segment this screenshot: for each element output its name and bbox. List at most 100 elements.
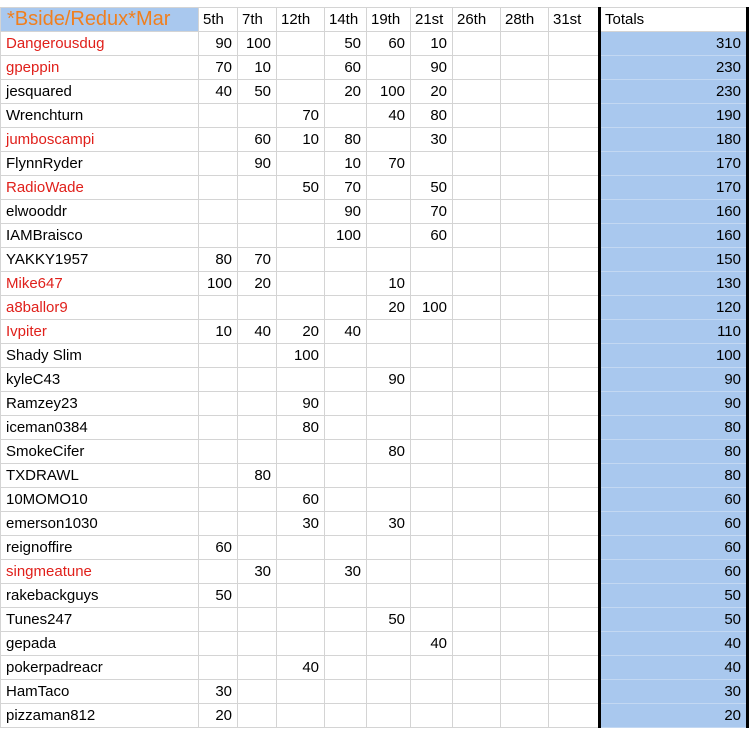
- score-cell[interactable]: [452, 631, 501, 656]
- score-cell[interactable]: 80: [198, 247, 238, 272]
- player-name-cell[interactable]: jesquared: [0, 79, 199, 104]
- player-name-cell[interactable]: gepada: [0, 631, 199, 656]
- score-cell[interactable]: [548, 703, 600, 728]
- score-cell[interactable]: [452, 583, 501, 608]
- score-cell[interactable]: [410, 583, 453, 608]
- total-cell[interactable]: 90: [598, 391, 749, 416]
- player-name-cell[interactable]: IAMBraisco: [0, 223, 199, 248]
- score-cell[interactable]: [366, 55, 411, 80]
- score-cell[interactable]: [500, 415, 549, 440]
- player-name-cell[interactable]: iceman0384: [0, 415, 199, 440]
- score-cell[interactable]: [548, 655, 600, 680]
- score-cell[interactable]: [410, 487, 453, 512]
- total-cell[interactable]: 150: [598, 247, 749, 272]
- total-cell[interactable]: 50: [598, 583, 749, 608]
- score-cell[interactable]: 20: [324, 79, 367, 104]
- score-cell[interactable]: [452, 535, 501, 560]
- score-cell[interactable]: 20: [366, 295, 411, 320]
- score-cell[interactable]: 10: [324, 151, 367, 176]
- score-cell[interactable]: 40: [410, 631, 453, 656]
- score-cell[interactable]: 40: [324, 319, 367, 344]
- score-cell[interactable]: 40: [198, 79, 238, 104]
- score-cell[interactable]: [410, 247, 453, 272]
- score-cell[interactable]: [548, 31, 600, 56]
- score-cell[interactable]: [548, 367, 600, 392]
- score-cell[interactable]: [198, 439, 238, 464]
- player-name-cell[interactable]: SmokeCifer: [0, 439, 199, 464]
- score-cell[interactable]: [548, 583, 600, 608]
- score-cell[interactable]: [452, 127, 501, 152]
- score-cell[interactable]: [324, 631, 367, 656]
- score-cell[interactable]: [276, 607, 325, 632]
- player-name-cell[interactable]: Wrenchturn: [0, 103, 199, 128]
- score-cell[interactable]: [500, 247, 549, 272]
- score-cell[interactable]: 20: [237, 271, 277, 296]
- score-cell[interactable]: [548, 223, 600, 248]
- score-cell[interactable]: [276, 679, 325, 704]
- score-cell[interactable]: 50: [410, 175, 453, 200]
- player-name-cell[interactable]: Mike647: [0, 271, 199, 296]
- score-cell[interactable]: [500, 583, 549, 608]
- score-cell[interactable]: [500, 127, 549, 152]
- column-header[interactable]: 7th: [237, 7, 277, 32]
- column-header[interactable]: 21st: [410, 7, 453, 32]
- score-cell[interactable]: 60: [198, 535, 238, 560]
- score-cell[interactable]: [324, 439, 367, 464]
- score-cell[interactable]: [410, 703, 453, 728]
- score-cell[interactable]: [324, 655, 367, 680]
- score-cell[interactable]: [237, 103, 277, 128]
- total-cell[interactable]: 60: [598, 511, 749, 536]
- score-cell[interactable]: [366, 199, 411, 224]
- score-cell[interactable]: [366, 559, 411, 584]
- score-cell[interactable]: 30: [366, 511, 411, 536]
- total-cell[interactable]: 60: [598, 559, 749, 584]
- score-cell[interactable]: [237, 679, 277, 704]
- score-cell[interactable]: 80: [366, 439, 411, 464]
- score-cell[interactable]: [237, 391, 277, 416]
- score-cell[interactable]: [548, 463, 600, 488]
- score-cell[interactable]: [500, 223, 549, 248]
- score-cell[interactable]: 30: [324, 559, 367, 584]
- score-cell[interactable]: [548, 151, 600, 176]
- score-cell[interactable]: [276, 223, 325, 248]
- score-cell[interactable]: [366, 631, 411, 656]
- score-cell[interactable]: [452, 415, 501, 440]
- score-cell[interactable]: [237, 439, 277, 464]
- score-cell[interactable]: 30: [237, 559, 277, 584]
- score-cell[interactable]: [276, 199, 325, 224]
- score-cell[interactable]: [198, 151, 238, 176]
- score-cell[interactable]: 70: [198, 55, 238, 80]
- score-cell[interactable]: [452, 79, 501, 104]
- score-cell[interactable]: [548, 607, 600, 632]
- column-header[interactable]: 31st: [548, 7, 600, 32]
- score-cell[interactable]: [500, 559, 549, 584]
- score-cell[interactable]: [366, 463, 411, 488]
- score-cell[interactable]: [324, 607, 367, 632]
- score-cell[interactable]: [198, 127, 238, 152]
- score-cell[interactable]: [452, 55, 501, 80]
- score-cell[interactable]: [548, 199, 600, 224]
- score-cell[interactable]: [500, 367, 549, 392]
- score-cell[interactable]: 70: [276, 103, 325, 128]
- score-cell[interactable]: 80: [410, 103, 453, 128]
- score-cell[interactable]: [500, 151, 549, 176]
- score-cell[interactable]: [452, 487, 501, 512]
- player-name-cell[interactable]: emerson1030: [0, 511, 199, 536]
- score-cell[interactable]: 90: [410, 55, 453, 80]
- score-cell[interactable]: [276, 79, 325, 104]
- score-cell[interactable]: 20: [410, 79, 453, 104]
- score-cell[interactable]: [410, 463, 453, 488]
- score-cell[interactable]: [500, 439, 549, 464]
- total-cell[interactable]: 110: [598, 319, 749, 344]
- score-cell[interactable]: [452, 199, 501, 224]
- player-name-cell[interactable]: rakebackguys: [0, 583, 199, 608]
- score-cell[interactable]: [410, 439, 453, 464]
- score-cell[interactable]: [237, 631, 277, 656]
- player-name-cell[interactable]: Ramzey23: [0, 391, 199, 416]
- score-cell[interactable]: [276, 583, 325, 608]
- total-cell[interactable]: 130: [598, 271, 749, 296]
- total-cell[interactable]: 160: [598, 199, 749, 224]
- score-cell[interactable]: [198, 175, 238, 200]
- score-cell[interactable]: [237, 199, 277, 224]
- score-cell[interactable]: [366, 223, 411, 248]
